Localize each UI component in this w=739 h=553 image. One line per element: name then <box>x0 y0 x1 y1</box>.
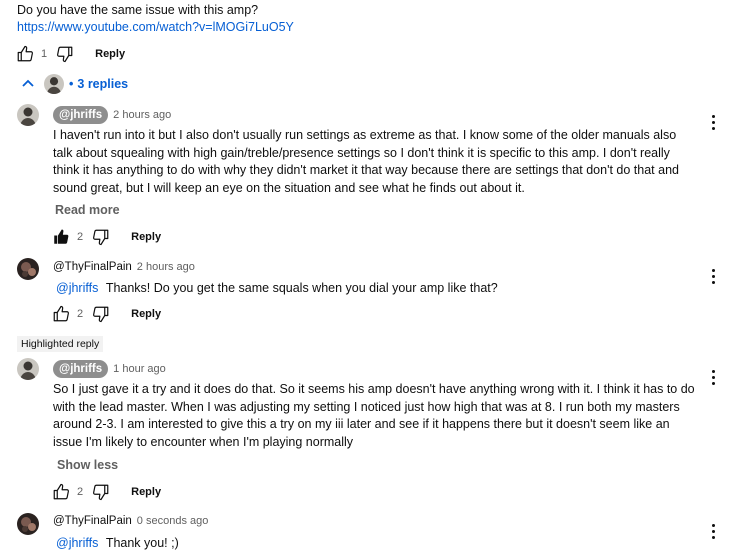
dislike-button[interactable] <box>91 227 111 247</box>
thumb-up-filled-icon <box>54 229 69 244</box>
like-button[interactable] <box>15 44 35 64</box>
avatar[interactable] <box>17 513 39 535</box>
reply-button[interactable]: Reply <box>131 308 161 320</box>
dislike-button[interactable] <box>91 304 111 324</box>
like-count: 1 <box>41 48 48 60</box>
comment-text: So I just gave it a try and it does do t… <box>53 382 695 449</box>
comment-text-line: @jhriffs Thanks! Do you get the same squ… <box>56 280 498 298</box>
thumb-down-icon <box>57 46 73 63</box>
more-actions-icon[interactable] <box>705 112 721 132</box>
like-button[interactable] <box>51 482 71 502</box>
like-count: 2 <box>77 486 84 498</box>
thumb-down-icon <box>93 484 109 501</box>
comment-text-line: @jhriffs Thank you! ;) <box>56 535 179 553</box>
reply-button[interactable]: Reply <box>131 486 161 498</box>
comment-header: @ThyFinalPain 0 seconds ago <box>53 515 208 527</box>
like-count: 2 <box>77 231 84 243</box>
timestamp[interactable]: 2 hours ago <box>113 109 171 121</box>
timestamp[interactable]: 2 hours ago <box>137 261 195 273</box>
parent-comment-link[interactable]: https://www.youtube.com/watch?v=lMOGi7Lu… <box>17 20 294 34</box>
chevron-up-icon <box>22 79 34 87</box>
like-button[interactable] <box>51 227 71 247</box>
thumb-down-icon <box>93 306 109 323</box>
replies-toggle[interactable]: • 3 replies <box>20 74 128 94</box>
thumb-up-icon <box>53 483 69 500</box>
author-chip[interactable]: @jhriffs <box>53 360 109 378</box>
avatar[interactable] <box>17 258 39 280</box>
parent-comment-actions: 1 Reply <box>15 44 125 64</box>
replies-count-label: 3 replies <box>77 77 129 91</box>
more-actions-icon[interactable] <box>705 266 721 286</box>
comment-header: @jhriffs 2 hours ago <box>53 106 171 124</box>
comment-text: Thank you! ;) <box>105 536 179 550</box>
more-actions-icon[interactable] <box>705 367 721 387</box>
show-less-button[interactable]: Show less <box>57 458 118 472</box>
author-chip[interactable]: @jhriffs <box>53 106 109 124</box>
dislike-button[interactable] <box>91 482 111 502</box>
highlighted-reply-badge: Highlighted reply <box>17 336 104 352</box>
read-more-button[interactable]: Read more <box>55 203 120 217</box>
bullet: • <box>69 77 74 91</box>
author-name[interactable]: @ThyFinalPain <box>53 261 132 273</box>
parent-comment-text: Do you have the same issue with this amp… <box>17 3 259 17</box>
thumb-up-icon <box>17 45 33 62</box>
like-count: 2 <box>77 308 84 320</box>
thumb-up-icon <box>53 305 69 322</box>
dislike-button[interactable] <box>55 44 75 64</box>
comment-header: @jhriffs 1 hour ago <box>53 360 166 378</box>
mention-link[interactable]: @jhriffs <box>56 536 98 550</box>
like-button[interactable] <box>51 304 71 324</box>
comment-text: Thanks! Do you get the same squals when … <box>105 281 498 295</box>
comment-actions: 2 Reply <box>51 304 161 324</box>
avatar[interactable] <box>17 358 39 380</box>
timestamp[interactable]: 1 hour ago <box>113 363 166 375</box>
avatar[interactable] <box>17 104 39 126</box>
more-actions-icon[interactable] <box>705 521 721 541</box>
reply-button[interactable]: Reply <box>131 231 161 243</box>
comment-actions: 2 Reply <box>51 227 161 247</box>
comment-actions: 2 Reply <box>51 482 161 502</box>
author-name[interactable]: @ThyFinalPain <box>53 515 132 527</box>
avatar <box>44 74 64 94</box>
timestamp[interactable]: 0 seconds ago <box>137 515 209 527</box>
comment-header: @ThyFinalPain 2 hours ago <box>53 261 195 273</box>
mention-link[interactable]: @jhriffs <box>56 281 98 295</box>
thumb-down-icon <box>93 229 109 246</box>
reply-button[interactable]: Reply <box>95 48 125 60</box>
comment-text: I haven't run into it but I also don't u… <box>53 128 679 195</box>
